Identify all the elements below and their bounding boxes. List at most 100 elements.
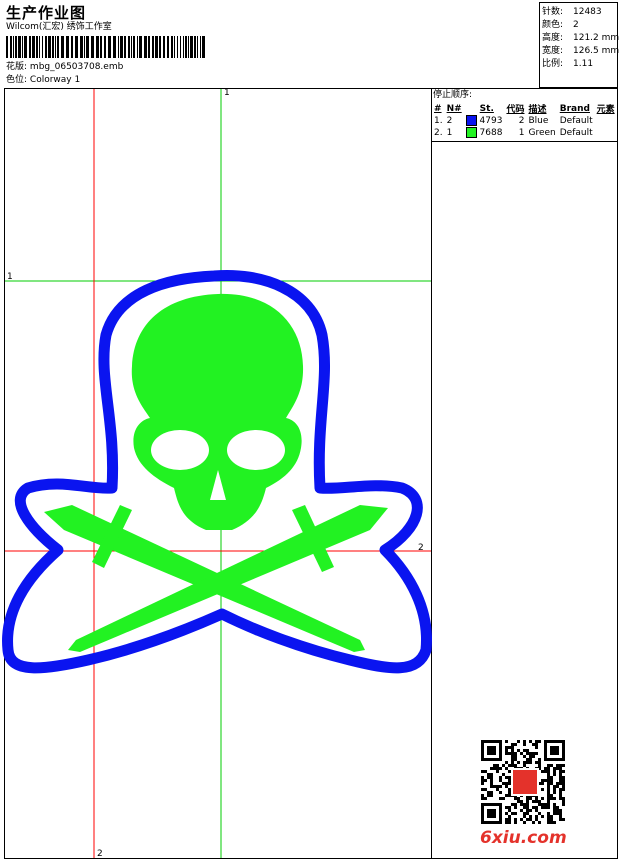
qr-module: [547, 815, 550, 818]
qr-module: [562, 782, 565, 785]
qr-module: [526, 818, 529, 821]
qr-module: [481, 779, 484, 782]
qr-module: [523, 812, 526, 815]
qr-module: [508, 815, 511, 818]
qr-module: [514, 764, 517, 767]
qr-module: [505, 794, 508, 797]
qr-module: [514, 758, 517, 761]
qr-module: [481, 770, 484, 773]
qr-module: [505, 818, 508, 821]
qr-module: [505, 767, 508, 770]
qr-module: [514, 752, 517, 755]
qr-module: [487, 773, 490, 776]
qr-module: [553, 809, 556, 812]
qr-module: [514, 812, 517, 815]
qr-module: [562, 800, 565, 803]
qr-module: [538, 740, 541, 743]
qr-module: [559, 782, 562, 785]
qr-module: [511, 764, 514, 767]
qr-module: [562, 785, 565, 788]
qr-module: [538, 812, 541, 815]
qr-module: [490, 791, 493, 794]
qr-module: [493, 764, 496, 767]
qr-module: [529, 797, 532, 800]
qr-module: [559, 791, 562, 794]
qr-module: [538, 761, 541, 764]
qr-module: [547, 800, 550, 803]
qr-module: [556, 767, 559, 770]
qr-module: [502, 764, 505, 767]
qr-module: [541, 797, 544, 800]
right-eye-socket: [227, 430, 285, 470]
qr-module: [550, 764, 553, 767]
qr-module: [517, 749, 520, 752]
qr-module: [550, 818, 553, 821]
qr-module: [508, 746, 511, 749]
qr-module: [544, 806, 547, 809]
qr-module: [559, 764, 562, 767]
qr-module: [550, 815, 553, 818]
qr-module: [562, 803, 565, 806]
qr-module: [523, 761, 526, 764]
qr-module: [511, 803, 514, 806]
qr-module: [481, 797, 484, 800]
qr-module: [499, 785, 502, 788]
qr-module: [487, 776, 490, 779]
qr-module: [559, 794, 562, 797]
qr-module: [502, 773, 505, 776]
qr-module: [505, 782, 508, 785]
qr-module: [562, 776, 565, 779]
qr-module: [544, 770, 547, 773]
qr-module: [505, 821, 508, 824]
embroidery-artwork: 1 1 2 2: [2, 88, 433, 859]
qr-module: [550, 794, 553, 797]
qr-module: [550, 782, 553, 785]
qr-module: [529, 755, 532, 758]
qr-module: [547, 821, 550, 824]
qr-module: [553, 767, 556, 770]
qr-module: [541, 770, 544, 773]
qr-module: [505, 806, 508, 809]
qr-module: [529, 752, 532, 755]
qr-module: [529, 740, 532, 743]
qr-module: [532, 806, 535, 809]
qr-module: [541, 788, 544, 791]
qr-module: [481, 782, 484, 785]
qr-module: [490, 782, 493, 785]
qr-module: [559, 812, 562, 815]
qr-module: [544, 779, 547, 782]
qr-module: [499, 776, 502, 779]
qr-module: [541, 815, 544, 818]
qr-module: [538, 821, 541, 824]
qr-module: [481, 794, 484, 797]
qr-module: [526, 800, 529, 803]
qr-module: [562, 764, 565, 767]
qr-module: [505, 746, 508, 749]
qr-module: [532, 755, 535, 758]
qr-module: [535, 743, 538, 746]
qr-module: [493, 767, 496, 770]
qr-module: [502, 782, 505, 785]
qr-module: [496, 764, 499, 767]
qr-module: [508, 752, 511, 755]
qr-module: [505, 785, 508, 788]
qr-module: [532, 821, 535, 824]
qr-module: [499, 767, 502, 770]
qr-module: [535, 800, 538, 803]
qr-module: [505, 752, 508, 755]
qr-module: [496, 767, 499, 770]
watermark-logo: 6xiu.com: [480, 828, 567, 848]
qr-module: [523, 803, 526, 806]
qr-module: [484, 779, 487, 782]
qr-module: [553, 773, 556, 776]
qr-module: [490, 779, 493, 782]
qr-module: [562, 779, 565, 782]
qr-module: [514, 821, 517, 824]
qr-module: [562, 797, 565, 800]
qr-module: [508, 818, 511, 821]
qr-module: [535, 740, 538, 743]
qr-module: [505, 761, 508, 764]
qr-module: [526, 809, 529, 812]
qr-module: [535, 815, 538, 818]
qr-finder: [487, 746, 496, 755]
